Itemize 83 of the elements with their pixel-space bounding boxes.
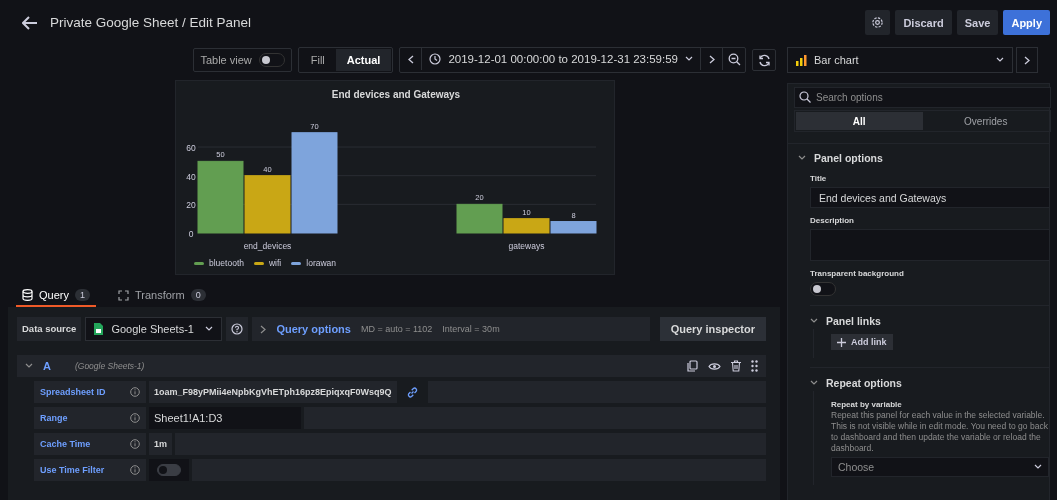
copy-icon[interactable] — [687, 360, 698, 372]
table-view-toggle[interactable]: Table view — [193, 48, 292, 72]
info-icon — [130, 439, 140, 449]
page-title: Private Google Sheet / Edit Panel — [50, 15, 252, 30]
chevron-down-icon[interactable] — [810, 380, 818, 386]
chevron-down-icon[interactable] — [798, 155, 806, 161]
next-button[interactable] — [1016, 47, 1038, 73]
database-icon — [22, 289, 33, 301]
range-input[interactable]: Sheet1!A1:D3 — [149, 407, 301, 429]
chevron-right-icon — [1024, 55, 1030, 65]
help-button[interactable] — [226, 317, 249, 341]
info-icon — [130, 413, 140, 423]
data-source-label: Data source — [17, 317, 82, 341]
query-inspector-button[interactable]: Query inspector — [659, 317, 766, 341]
axis-tick-label: 0 — [188, 229, 194, 239]
title-input[interactable]: End devices and Gateways — [810, 187, 1050, 208]
corners-icon — [118, 289, 129, 301]
toggle-switch[interactable] — [157, 464, 181, 476]
legend-label[interactable]: wifi — [269, 258, 282, 268]
toggle-switch[interactable] — [810, 282, 836, 296]
chart-title: End devices and Gateways — [331, 89, 461, 100]
time-range-button[interactable]: 2019-12-01 00:00:00 to 2019-12-31 23:59:59 — [422, 48, 701, 70]
header-button[interactable]: Discard — [895, 10, 952, 35]
refresh-icon[interactable] — [752, 49, 776, 71]
interval-text: Interval = 30m — [442, 324, 500, 334]
options-tab[interactable]: All — [796, 112, 923, 130]
size-mode-button[interactable]: Fill — [299, 49, 336, 71]
section-title[interactable]: Panel options — [814, 152, 883, 164]
drag-handle-icon[interactable] — [751, 360, 758, 372]
legend-label[interactable]: lorawan — [306, 258, 337, 268]
query-tab[interactable]: Transform 0 — [112, 285, 212, 307]
eye-icon[interactable] — [708, 361, 721, 371]
size-mode-button[interactable]: Actual — [335, 49, 392, 71]
axis-tick-label: 40 — [186, 171, 196, 182]
caret-icon — [205, 326, 214, 332]
field-label: Range — [40, 413, 68, 423]
category-label: gateways — [508, 241, 545, 251]
field-label: Use Time Filter — [40, 465, 105, 475]
plus-icon — [837, 337, 846, 347]
add-link-button[interactable]: Add link — [831, 334, 893, 350]
header-button[interactable]: Save — [956, 10, 999, 35]
field-label: Description — [810, 216, 854, 225]
field-value[interactable]: 1m — [149, 433, 172, 455]
axis-tick-label: 20 — [186, 200, 196, 211]
query-options-link[interactable]: Query options — [276, 323, 351, 335]
caret-icon — [1034, 464, 1042, 470]
sheet-icon — [94, 323, 104, 335]
chevron-down-icon[interactable] — [25, 363, 33, 369]
bar-chart-icon — [796, 54, 808, 66]
field-label: Transparent background — [810, 269, 904, 278]
chevron-right-icon[interactable] — [260, 324, 267, 334]
gear-icon — [871, 16, 885, 29]
info-icon — [130, 465, 140, 475]
trash-icon[interactable] — [731, 360, 741, 372]
section-title[interactable]: Panel links — [826, 315, 881, 327]
field-label: Repeat by variable — [831, 400, 902, 409]
apply-button[interactable]: Apply — [1003, 10, 1050, 35]
category-label: end_devices — [243, 241, 292, 251]
field-label: Cache Time — [40, 439, 91, 449]
caret-icon — [996, 57, 1004, 63]
query-source: (Google Sheets-1) — [74, 361, 145, 371]
field-label: Spreadsheet ID — [40, 387, 106, 397]
field-value[interactable]: 1oam_F98yPMii4eNpbKgVhETph16pz8EpiqxqF0Wsq9Q — [149, 381, 397, 403]
settings-button[interactable] — [865, 10, 891, 35]
max-data-points-text: MD = auto = 1102 — [360, 324, 433, 334]
query-letter: A — [43, 360, 51, 372]
caret-icon — [685, 56, 693, 62]
axis-tick-label: 60 — [186, 143, 196, 154]
variable-select[interactable]: Choose — [831, 457, 1049, 477]
data-source-select[interactable]: Google Sheets-1 — [85, 317, 223, 341]
help-icon — [231, 323, 244, 335]
help-text: Repeat this panel for each value in the selected variable. This is not visible while in edit mode. You need to go back to dashboard and then update the variable or reload the dashboard. — [831, 410, 1049, 454]
back-arrow-icon[interactable] — [22, 15, 38, 30]
search-field[interactable]: Search options — [794, 87, 1051, 108]
clock-icon — [429, 53, 442, 65]
chevron-down-icon[interactable] — [810, 318, 818, 324]
info-icon — [130, 387, 140, 397]
legend-label[interactable]: bluetooth — [209, 258, 244, 268]
options-tab[interactable]: Overrides — [922, 112, 1049, 130]
visualization-picker[interactable]: Bar chart — [787, 47, 1013, 73]
section-title[interactable]: Repeat options — [826, 377, 902, 389]
link-icon[interactable] — [405, 385, 419, 399]
field-label: Title — [810, 174, 827, 183]
